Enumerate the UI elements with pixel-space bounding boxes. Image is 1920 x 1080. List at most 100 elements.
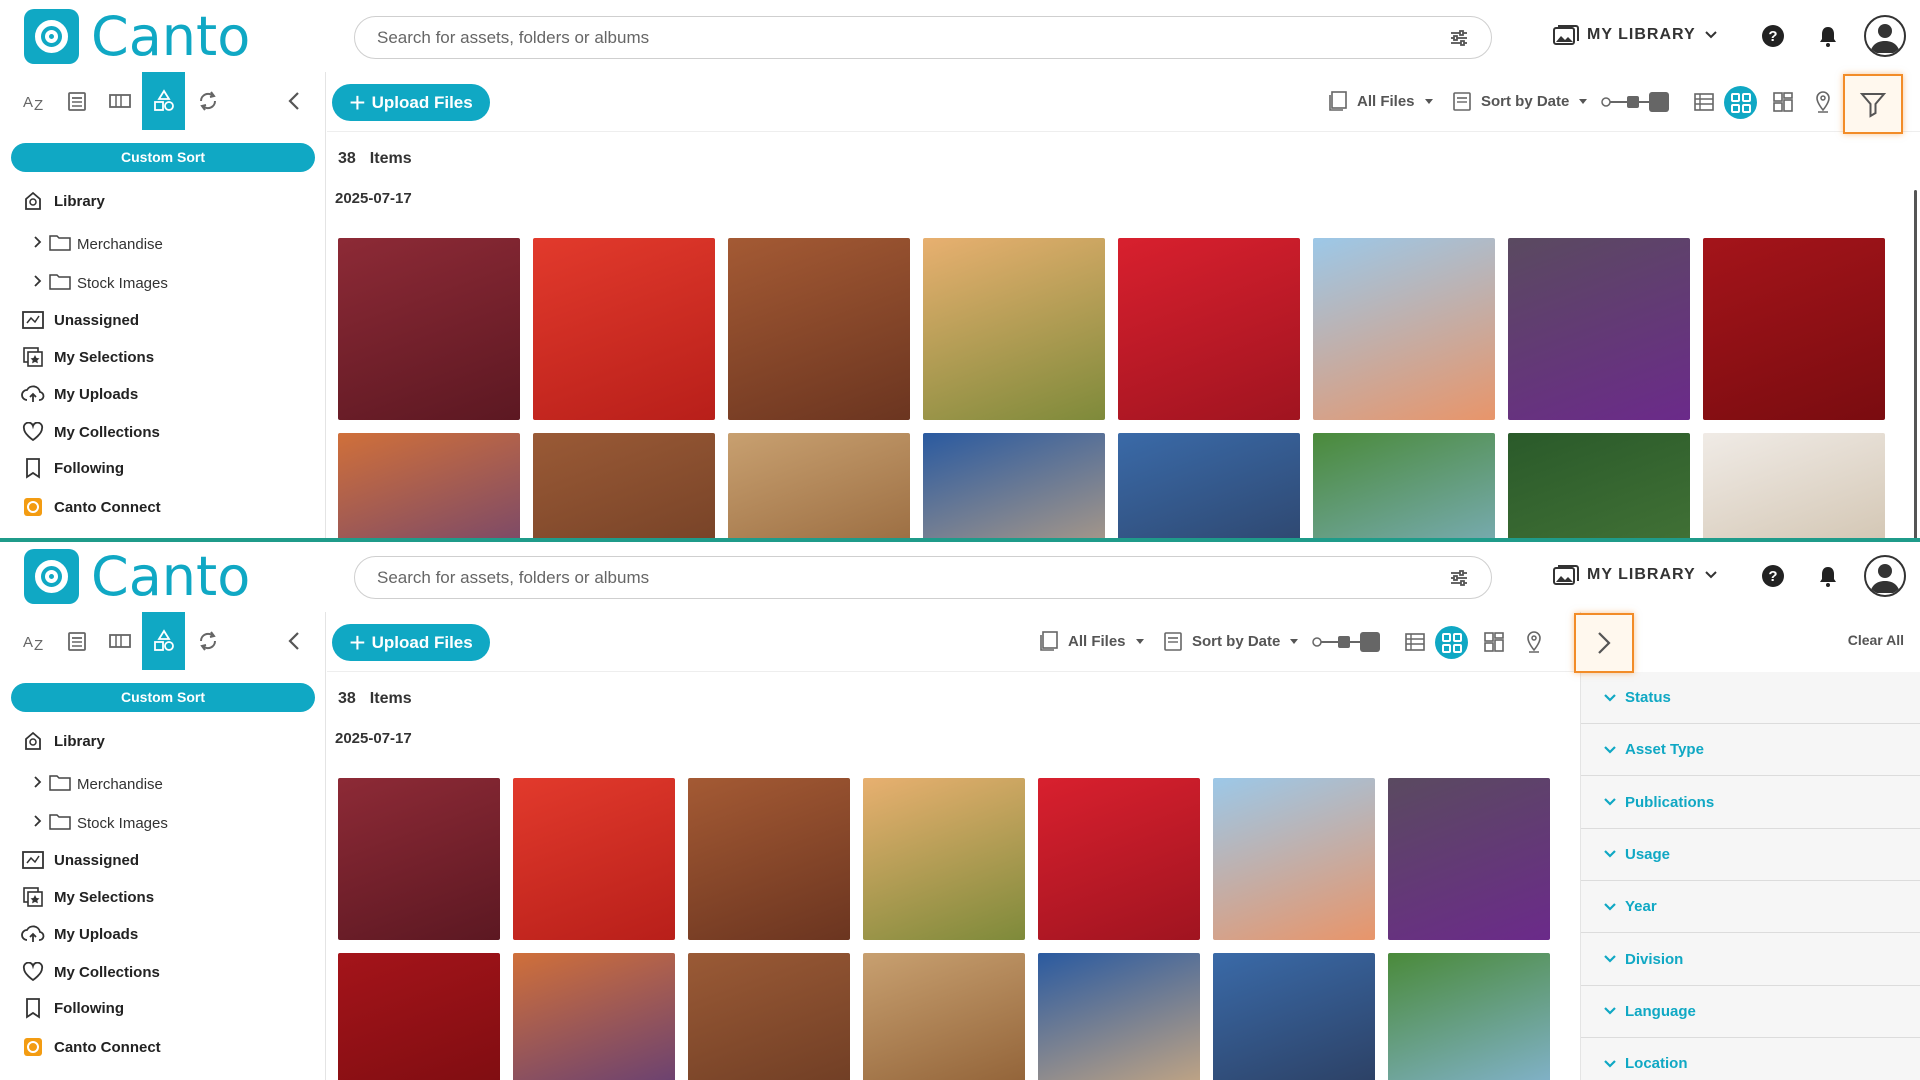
- chevron-right-icon[interactable]: [33, 274, 43, 292]
- all-files-dropdown[interactable]: All Files: [1327, 90, 1433, 112]
- location-pin-icon[interactable]: [1525, 630, 1543, 654]
- notifications-bell-icon[interactable]: [1816, 564, 1840, 588]
- custom-sort-button[interactable]: Custom Sort: [11, 143, 315, 172]
- library-menu[interactable]: MY LIBRARY: [1553, 24, 1718, 46]
- asset-thumbnail[interactable]: [1313, 433, 1495, 540]
- asset-thumbnail[interactable]: [338, 953, 500, 1080]
- facet-location[interactable]: Location: [1581, 1038, 1920, 1080]
- thumbnail-size-slider[interactable]: [1312, 630, 1380, 654]
- upload-files-button[interactable]: + Upload Files: [332, 84, 490, 121]
- sidebar-item-my-uploads[interactable]: My Uploads: [0, 919, 138, 949]
- sidebar-item-library[interactable]: Library: [0, 186, 105, 216]
- sync-icon[interactable]: [186, 612, 229, 670]
- clear-all-link[interactable]: Clear All: [1848, 632, 1904, 648]
- asset-thumbnail[interactable]: [1508, 238, 1690, 420]
- asset-thumbnail[interactable]: [863, 953, 1025, 1080]
- facet-publications[interactable]: Publications: [1581, 777, 1920, 829]
- all-files-dropdown[interactable]: All Files: [1038, 630, 1144, 652]
- close-filter-button[interactable]: [1574, 613, 1634, 673]
- canto-logo[interactable]: Canto: [24, 549, 250, 604]
- library-menu[interactable]: MY LIBRARY: [1553, 564, 1718, 586]
- asset-thumbnail[interactable]: [1508, 433, 1690, 540]
- sidebar-item-library[interactable]: Library: [0, 726, 105, 756]
- sort-by-dropdown[interactable]: Sort by Date: [1451, 90, 1588, 112]
- sidebar-item-my-uploads[interactable]: My Uploads: [0, 379, 138, 409]
- asset-thumbnail[interactable]: [863, 778, 1025, 940]
- calendar-icon[interactable]: [55, 72, 98, 130]
- asset-thumbnail[interactable]: [688, 953, 850, 1080]
- shapes-view-icon[interactable]: [142, 612, 185, 670]
- album-view-icon[interactable]: [98, 612, 141, 670]
- facet-usage[interactable]: Usage: [1581, 829, 1920, 881]
- shapes-view-icon[interactable]: [142, 72, 185, 130]
- asset-thumbnail[interactable]: [1213, 778, 1375, 940]
- asset-thumbnail[interactable]: [1703, 433, 1885, 540]
- sidebar-item-merchandise[interactable]: Merchandise: [0, 769, 163, 799]
- asset-thumbnail[interactable]: [923, 238, 1105, 420]
- sidebar-item-merchandise[interactable]: Merchandise: [0, 229, 163, 259]
- user-avatar[interactable]: [1864, 15, 1906, 57]
- asset-thumbnail[interactable]: [923, 433, 1105, 540]
- sidebar-item-stock-images[interactable]: Stock Images: [0, 808, 168, 838]
- sort-alpha-icon[interactable]: AZ: [12, 72, 55, 130]
- collapse-sidebar-icon[interactable]: [272, 72, 315, 130]
- search-options-icon[interactable]: [1449, 28, 1469, 53]
- help-icon[interactable]: ?: [1761, 24, 1785, 48]
- asset-thumbnail[interactable]: [533, 238, 715, 420]
- mosaic-view-icon[interactable]: [1483, 631, 1505, 653]
- sidebar-item-canto-connect[interactable]: Canto Connect: [0, 1032, 161, 1062]
- list-view-icon[interactable]: [1693, 92, 1715, 112]
- sidebar-item-stock-images[interactable]: Stock Images: [0, 268, 168, 298]
- upload-files-button[interactable]: + Upload Files: [332, 624, 490, 661]
- chevron-right-icon[interactable]: [33, 235, 43, 253]
- sort-by-dropdown[interactable]: Sort by Date: [1162, 630, 1299, 652]
- mosaic-view-icon[interactable]: [1772, 91, 1794, 113]
- asset-thumbnail[interactable]: [688, 778, 850, 940]
- asset-thumbnail[interactable]: [1388, 778, 1550, 940]
- asset-thumbnail[interactable]: [513, 778, 675, 940]
- asset-thumbnail[interactable]: [1388, 953, 1550, 1080]
- sidebar-item-my-selections[interactable]: My Selections: [0, 342, 154, 372]
- calendar-icon[interactable]: [55, 612, 98, 670]
- sidebar-item-canto-connect[interactable]: Canto Connect: [0, 492, 161, 522]
- facet-language[interactable]: Language: [1581, 986, 1920, 1038]
- sidebar-item-my-collections[interactable]: My Collections: [0, 957, 160, 987]
- sidebar-item-unassigned[interactable]: Unassigned: [0, 305, 139, 335]
- user-avatar[interactable]: [1864, 555, 1906, 597]
- asset-thumbnail[interactable]: [1703, 238, 1885, 420]
- asset-thumbnail[interactable]: [533, 433, 715, 540]
- asset-thumbnail[interactable]: [338, 778, 500, 940]
- asset-thumbnail[interactable]: [1118, 238, 1300, 420]
- facet-status[interactable]: Status: [1581, 672, 1920, 724]
- album-view-icon[interactable]: [98, 72, 141, 130]
- content-scrollbar[interactable]: [1914, 190, 1917, 540]
- sidebar-item-following[interactable]: Following: [0, 453, 124, 483]
- sidebar-item-my-collections[interactable]: My Collections: [0, 417, 160, 447]
- asset-thumbnail[interactable]: [728, 238, 910, 420]
- filter-button[interactable]: [1843, 74, 1903, 134]
- sync-icon[interactable]: [186, 72, 229, 130]
- asset-thumbnail[interactable]: [513, 953, 675, 1080]
- chevron-right-icon[interactable]: [33, 814, 43, 832]
- facet-asset-type[interactable]: Asset Type: [1581, 724, 1920, 777]
- asset-thumbnail[interactable]: [338, 238, 520, 420]
- asset-thumbnail[interactable]: [1038, 778, 1200, 940]
- facet-division[interactable]: Division: [1581, 934, 1920, 986]
- asset-thumbnail[interactable]: [1313, 238, 1495, 420]
- custom-sort-button[interactable]: Custom Sort: [11, 683, 315, 712]
- facet-year[interactable]: Year: [1581, 881, 1920, 934]
- canto-logo[interactable]: Canto: [24, 9, 250, 64]
- sidebar-item-unassigned[interactable]: Unassigned: [0, 845, 139, 875]
- asset-thumbnail[interactable]: [728, 433, 910, 540]
- sidebar-item-my-selections[interactable]: My Selections: [0, 882, 154, 912]
- asset-thumbnail[interactable]: [1118, 433, 1300, 540]
- search-input[interactable]: [377, 25, 1377, 51]
- location-pin-icon[interactable]: [1814, 90, 1832, 114]
- sidebar-item-following[interactable]: Following: [0, 993, 124, 1023]
- list-view-icon[interactable]: [1404, 632, 1426, 652]
- chevron-right-icon[interactable]: [33, 775, 43, 793]
- search-options-icon[interactable]: [1449, 568, 1469, 593]
- collapse-sidebar-icon[interactable]: [272, 612, 315, 670]
- sort-alpha-icon[interactable]: AZ: [12, 612, 55, 670]
- notifications-bell-icon[interactable]: [1816, 24, 1840, 48]
